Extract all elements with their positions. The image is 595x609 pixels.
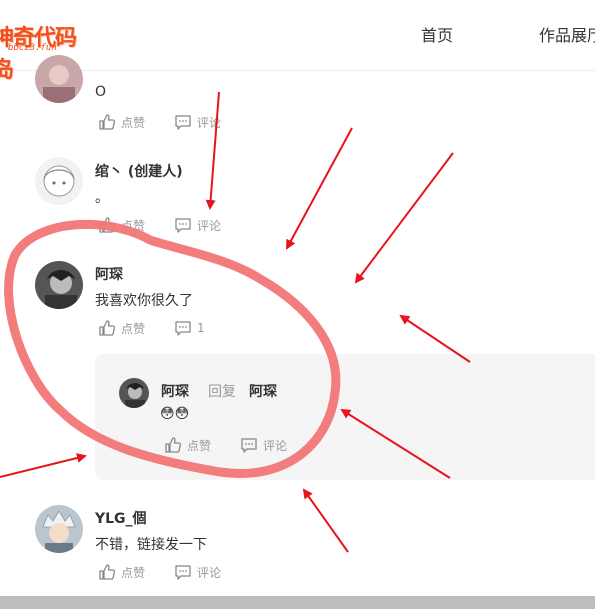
annotation-overlay	[0, 91, 471, 553]
annotation-arrow	[0, 453, 87, 478]
annotation-arrow	[205, 91, 220, 210]
highlight-circle	[4, 219, 341, 478]
annotation-arrow	[399, 314, 471, 363]
annotation-arrow	[302, 488, 349, 553]
annotation-arrow	[354, 152, 454, 284]
annotation-arrow	[340, 408, 451, 479]
annotation-arrow	[286, 127, 353, 250]
